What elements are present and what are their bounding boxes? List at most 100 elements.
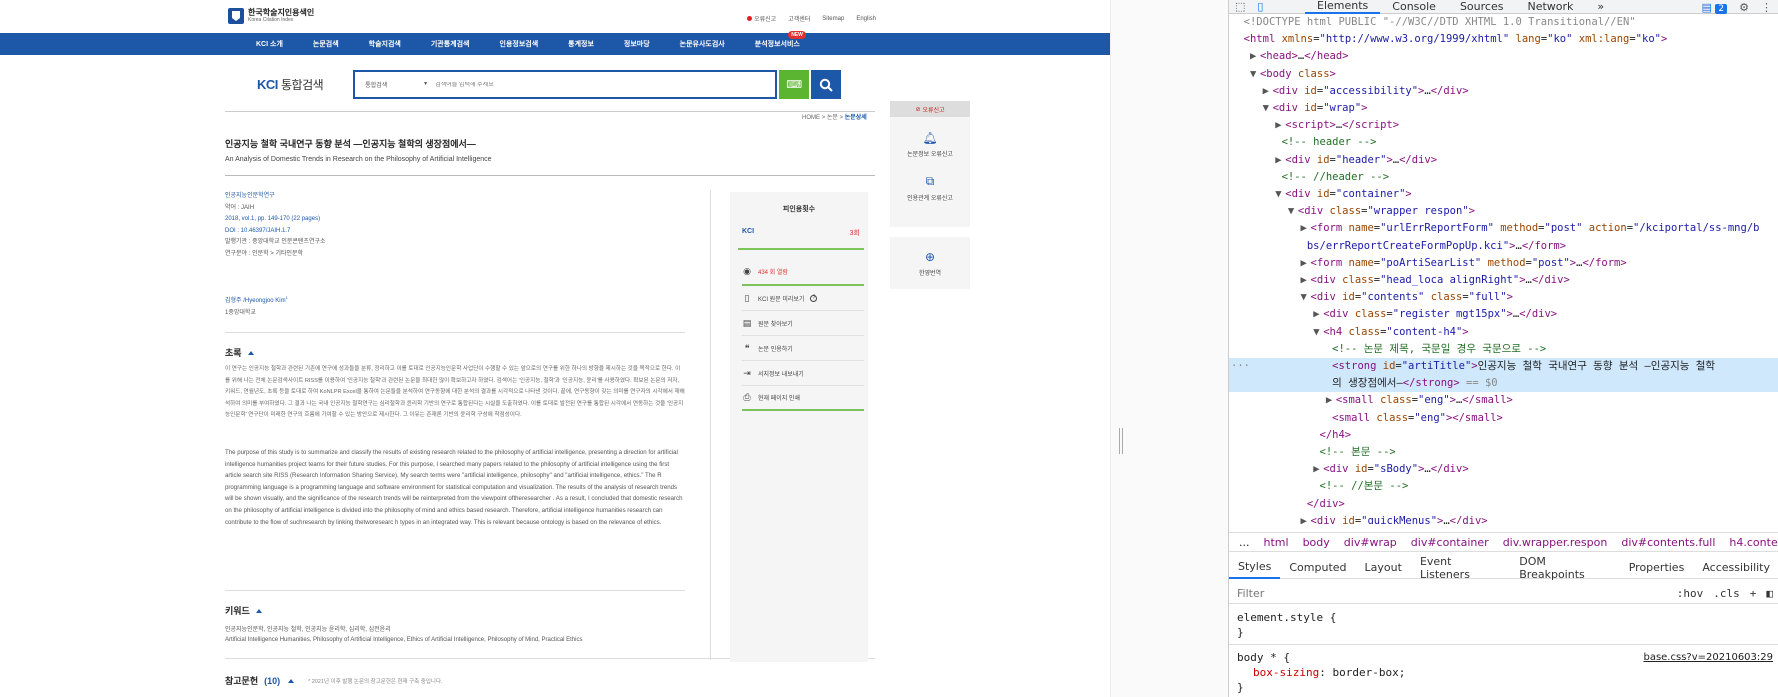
cite-article-button[interactable]: ❝ 논문 인용하기 <box>742 336 864 361</box>
author-link[interactable]: 김형주 /Hyeongjoo Kim1 <box>225 292 288 307</box>
dom-line[interactable]: <!-- 논문 제목, 국문일 경우 국문으로 --> <box>1229 341 1778 358</box>
dom-line[interactable]: ▶ <small class="eng">…</small> <box>1229 392 1778 409</box>
dom-line[interactable]: ▼ <body class> <box>1229 66 1778 83</box>
tab-network[interactable]: Network <box>1515 0 1585 14</box>
nav-info-plaza[interactable]: 정보마당 <box>624 39 650 49</box>
crumb-wrap[interactable]: div#wrap <box>1344 536 1397 549</box>
search-input[interactable] <box>435 81 766 88</box>
gear-icon[interactable]: ⚙ <box>1739 1 1749 14</box>
kci-citation-count[interactable]: KCI 3회 <box>742 228 860 238</box>
dom-line[interactable]: ▶ <div id="accessibility">…</div> <box>1229 83 1778 100</box>
article-error-report[interactable]: 🔔︎ 논문정보 오류신고 <box>907 131 953 158</box>
resize-grip-icon[interactable] <box>1119 428 1123 454</box>
dom-line[interactable]: <small class="eng"></small> <box>1229 410 1778 427</box>
dom-line[interactable]: ▶ <div id="header">…</div> <box>1229 152 1778 169</box>
site-logo[interactable]: 한국학술지인용색인 Korea Citation Index <box>228 8 314 24</box>
translate-button[interactable]: ⊕ 한영번역 <box>890 237 970 289</box>
crumb-body[interactable]: body <box>1303 536 1330 549</box>
filter-input[interactable]: Filter <box>1237 587 1264 600</box>
css-property[interactable]: box-sizing <box>1253 666 1319 679</box>
crumb-wrapper[interactable]: div.wrapper.respon <box>1503 536 1608 549</box>
css-rule-body[interactable]: base.css?v=20210603:29 body * { box-sizi… <box>1237 650 1777 695</box>
util-link-error-report[interactable]: 오류신고 <box>747 14 776 23</box>
kebab-menu-icon[interactable]: ⋮ <box>1761 1 1772 14</box>
doi-link[interactable]: DOI : 10.46397/JAIH.1.7 <box>225 226 326 238</box>
nav-article-search[interactable]: 논문검색 <box>313 39 339 49</box>
abstract-heading[interactable]: 초록 <box>225 346 254 359</box>
dom-line[interactable]: ▶ <form name="urlErrReportForm" method="p… <box>1229 220 1778 237</box>
nav-analysis-service[interactable]: 분석정보서비스 NEW <box>755 31 806 49</box>
dom-line[interactable]: <!-- //본문 --> <box>1229 478 1778 495</box>
dom-line[interactable]: bs/errReportCreateFormPopUp.kci">…</form… <box>1229 238 1778 255</box>
keywords-korean[interactable]: 인공지능인문학, 인공지능 철학, 인공지능 윤리학, 심리학, 심전윤리 <box>225 624 391 633</box>
dom-line-selected[interactable]: ··· <strong id="artiTitle">인공지능 철학 국내연구 … <box>1229 358 1778 376</box>
crumb-contents[interactable]: div#contents.full <box>1621 536 1715 549</box>
kci-preview-button[interactable]: ▯ KCI 원문 미리보기 ? <box>742 286 864 311</box>
tab-event-listeners[interactable]: Event Listeners <box>1411 555 1510 581</box>
new-rule-button[interactable]: + <box>1750 587 1757 600</box>
tab-accessibility[interactable]: Accessibility <box>1693 557 1778 579</box>
css-source-link[interactable]: base.css?v=20210603:29 <box>1643 650 1773 665</box>
tab-sources[interactable]: Sources <box>1448 0 1516 14</box>
volume-pages[interactable]: 2018, vol.1, pp. 149-170 (22 pages) <box>225 214 326 226</box>
sidebar-toggle-icon[interactable]: ◧ <box>1766 587 1773 600</box>
dom-line[interactable]: ▼ <h4 class="content-h4"> <box>1229 324 1778 341</box>
keywords-heading[interactable]: 키워드 <box>225 604 262 617</box>
find-fulltext-button[interactable]: ▤ 원문 찾아보기 <box>742 311 864 336</box>
more-tabs-icon[interactable]: » <box>1585 0 1616 14</box>
css-rule-element-style[interactable]: element.style { } <box>1237 610 1777 640</box>
hover-state-toggle[interactable]: :hov <box>1677 587 1704 600</box>
nav-similarity-check[interactable]: 논문유사도검사 <box>680 39 725 49</box>
references-heading[interactable]: 참고문헌 (10) * 2021년 이후 발행 논문의 참고문헌은 현재 구축 중… <box>225 674 443 687</box>
dom-line[interactable]: <html xmlns="http://www.w3.org/1999/xhtm… <box>1229 31 1778 48</box>
dom-line[interactable]: </div> <box>1229 496 1778 513</box>
crumb-overflow[interactable]: ... <box>1239 536 1250 549</box>
citation-error-report[interactable]: ⧉ 인용관계 오류신고 <box>907 174 953 202</box>
print-page-button[interactable]: ⎙ 현재 페이지 인쇄 <box>742 386 864 411</box>
crumb-h4[interactable]: h4.conten <box>1729 536 1778 549</box>
dom-line[interactable]: ▶ <div class="head_loca alignRight">…</di… <box>1229 272 1778 289</box>
tab-dom-breakpoints[interactable]: DOM Breakpoints <box>1510 555 1619 581</box>
tab-elements[interactable]: Elements <box>1305 0 1381 14</box>
dom-line[interactable]: ▼ <div id="wrap"> <box>1229 100 1778 117</box>
dom-line[interactable]: ▶ <form name="poArtiSearList" method="pos… <box>1229 255 1778 272</box>
class-toggle[interactable]: .cls <box>1713 587 1740 600</box>
dom-line[interactable]: <!-- header --> <box>1229 134 1778 151</box>
util-link-sitemap[interactable]: Sitemap <box>822 16 844 22</box>
inspect-element-icon[interactable]: ⬚ <box>1235 0 1245 13</box>
issues-badge[interactable]: ▤ 2 <box>1701 1 1728 14</box>
nav-citation-search[interactable]: 인용정보검색 <box>500 39 539 49</box>
tab-properties[interactable]: Properties <box>1620 557 1694 579</box>
dom-line-selected[interactable]: 의 생장점에서—</strong> == $0 <box>1229 375 1778 393</box>
util-link-english[interactable]: English <box>856 16 876 22</box>
dom-line[interactable]: ▼ <div id="container"> <box>1229 186 1778 203</box>
tab-styles[interactable]: Styles <box>1229 557 1281 579</box>
keyboard-button[interactable]: ⌨ <box>779 70 810 99</box>
dom-line[interactable]: ▼ <div class="wrapper respon"> <box>1229 203 1778 220</box>
dom-line[interactable]: ▶ <head>…</head> <box>1229 48 1778 65</box>
journal-name-link[interactable]: 인공지능인문학연구 <box>225 191 326 203</box>
nav-kci-intro[interactable]: KCI 소개 <box>256 39 283 49</box>
export-bibliography-button[interactable]: ⇥ 서지정보 내보내기 <box>742 361 864 386</box>
search-scope-select[interactable]: 통합검색 ▾ <box>355 80 435 89</box>
tab-computed[interactable]: Computed <box>1280 557 1355 579</box>
device-toggle-icon[interactable]: ▯ <box>1257 0 1263 13</box>
dom-line[interactable]: ▶ <div class="register mgt15px">…</div> <box>1229 306 1778 323</box>
crumb-container[interactable]: div#container <box>1411 536 1489 549</box>
dom-line[interactable]: <!-- //header --> <box>1229 169 1778 186</box>
dom-line[interactable]: ▶ <div id="quickMenus">…</div> <box>1229 513 1778 524</box>
dom-line[interactable]: <!DOCTYPE html PUBLIC "-//W3C//DTD XHTML… <box>1229 14 1778 31</box>
dom-line[interactable]: ▶ <script>…</script> <box>1229 117 1778 134</box>
util-link-customer-center[interactable]: 고객센터 <box>788 14 810 23</box>
dom-line[interactable]: <!-- 본문 --> <box>1229 444 1778 461</box>
styles-filter[interactable]: Filter :hov .cls + ◧ <box>1229 584 1778 604</box>
tab-layout[interactable]: Layout <box>1356 557 1411 579</box>
nav-statistics[interactable]: 통계정보 <box>568 39 594 49</box>
search-button[interactable] <box>811 70 842 99</box>
crumb-html[interactable]: html <box>1264 536 1289 549</box>
nav-journal-search[interactable]: 학술지검색 <box>369 39 401 49</box>
keywords-english[interactable]: Artificial Intelligence Humanities, Phil… <box>225 637 583 643</box>
panel-splitter[interactable] <box>1110 0 1228 697</box>
dom-line[interactable]: </h4> <box>1229 427 1778 444</box>
dom-line[interactable]: ▼ <div id="contents" class="full"> <box>1229 289 1778 306</box>
